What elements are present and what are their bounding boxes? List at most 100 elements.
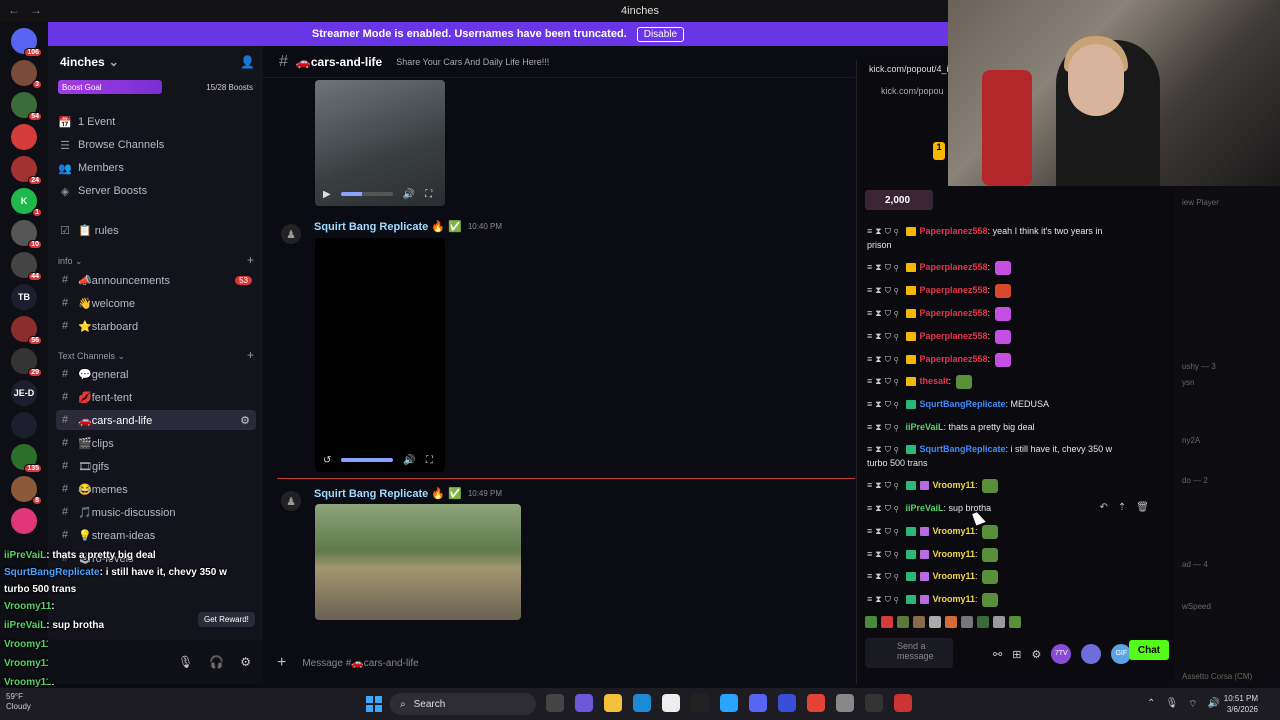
channel-settings-icon[interactable]: ⚙: [240, 414, 250, 427]
chat-username[interactable]: Paperplanez558: [920, 226, 988, 236]
sidebar-item[interactable]: ☰ Browse Channels: [56, 135, 256, 155]
kick-chat-message[interactable]: ≡⧗⛉⚲ iiPreVaiL: thats a pretty big deal: [867, 420, 1167, 434]
category-text-channels[interactable]: Text Channels ⌄ +: [58, 348, 258, 362]
mic-tray-icon[interactable]: 🎙: [1165, 698, 1178, 711]
clock[interactable]: 10:51 PM 3/6/2026: [1224, 693, 1258, 715]
gear-icon[interactable]: ⚙: [240, 655, 251, 669]
server-header[interactable]: 4inches ⌄ 👤: [48, 46, 263, 78]
message-author[interactable]: Squirt Bang Replicate 🔥 ✅: [314, 487, 462, 500]
channel-item[interactable]: # 😂memes: [56, 479, 256, 499]
kick-chat-message[interactable]: ≡⧗⛉⚲ Paperplanez558:: [867, 260, 1167, 275]
mod-action-icons[interactable]: ≡⧗⛉⚲: [867, 308, 902, 318]
emote-icon[interactable]: [897, 616, 909, 628]
message-author[interactable]: Squirt Bang Replicate 🔥 ✅: [314, 220, 462, 233]
kick-chat-message[interactable]: ≡⧗⛉⚲ SqurtBangReplicate: i still have it,…: [867, 442, 1167, 470]
volume-slider[interactable]: [340, 192, 393, 196]
address-bar[interactable]: kick.com/popou: [881, 86, 944, 96]
chat-username[interactable]: Paperplanez558: [920, 354, 988, 364]
app-icon[interactable]: [691, 694, 709, 712]
server-icon[interactable]: 3: [11, 60, 42, 89]
mod-action-icons[interactable]: ≡⧗⛉⚲: [867, 262, 902, 272]
sidebar-item[interactable]: ◈ Server Boosts: [56, 181, 256, 201]
channel-item[interactable]: # 💬general: [56, 364, 256, 384]
kick-chat-message[interactable]: ≡⧗⛉⚲ Vroomy11:: [867, 569, 1167, 584]
server-icon[interactable]: [11, 412, 37, 438]
mod-action-icons[interactable]: ≡⧗⛉⚲: [867, 571, 902, 581]
emote-icon[interactable]: [865, 616, 877, 628]
kick-chat-message[interactable]: ≡⧗⛉⚲ SqurtBangReplicate: MEDUSA: [867, 397, 1167, 411]
microphone-icon[interactable]: 🎙: [178, 655, 193, 669]
emote-icon[interactable]: [961, 616, 973, 628]
chat-username[interactable]: Paperplanez558: [920, 262, 988, 272]
boost-goal[interactable]: Boost Goal 15/28 Boosts: [58, 80, 253, 94]
get-reward-button[interactable]: Get Reward!: [198, 612, 255, 627]
channel-item[interactable]: # 👋welcome: [56, 293, 256, 313]
settings-app-icon[interactable]: [836, 694, 854, 712]
emote-icon[interactable]: [929, 616, 941, 628]
server-icon[interactable]: 54: [11, 92, 42, 121]
channel-item[interactable]: # ⭐starboard: [56, 316, 256, 336]
emote-icon[interactable]: [993, 616, 1005, 628]
add-attachment-icon[interactable]: +: [277, 654, 286, 672]
replay-icon[interactable]: ↺: [323, 455, 331, 466]
app-icon[interactable]: [778, 694, 796, 712]
app-icon[interactable]: [894, 694, 912, 712]
chat-username[interactable]: SqurtBangReplicate: [920, 399, 1006, 409]
server-icon[interactable]: K1: [11, 188, 42, 217]
mod-action-icons[interactable]: ≡⧗⛉⚲: [867, 422, 902, 432]
mod-action-icons[interactable]: ≡⧗⛉⚲: [867, 331, 902, 341]
notepad-icon[interactable]: [662, 694, 680, 712]
channel-item[interactable]: # 🚗cars-and-life ⚙: [56, 410, 256, 430]
mod-action-icons[interactable]: ≡⧗⛉⚲: [867, 354, 902, 364]
file-explorer-icon[interactable]: [604, 694, 622, 712]
headphones-icon[interactable]: 🎧: [209, 655, 224, 669]
server-icon[interactable]: [11, 508, 37, 534]
mod-action-icons[interactable]: ≡⧗⛉⚲: [867, 549, 902, 559]
discord-icon[interactable]: [749, 694, 767, 712]
chevron-up-icon[interactable]: ⌃: [1147, 698, 1155, 711]
server-icon[interactable]: 29: [11, 348, 42, 377]
avatar[interactable]: ♟: [281, 224, 301, 244]
channel-item[interactable]: # 💡stream-ideas: [56, 525, 256, 545]
volume-icon[interactable]: 🔊: [403, 455, 415, 466]
server-icon[interactable]: 44: [11, 252, 42, 281]
chat-username[interactable]: Paperplanez558: [920, 285, 988, 295]
edge-icon[interactable]: [633, 694, 651, 712]
sidebar-item[interactable]: ☑ 📋 rules: [56, 220, 256, 240]
volume-slider[interactable]: [341, 458, 394, 462]
video-attachment-1[interactable]: ▶ 🔊 ⛶: [315, 80, 445, 206]
kick-chat-message[interactable]: ≡⧗⛉⚲ Vroomy11:: [867, 524, 1167, 539]
chat-username[interactable]: iiPreVaiL: [906, 422, 944, 432]
send-message-input[interactable]: Send a message: [865, 638, 953, 668]
category-info[interactable]: info ⌄ +: [58, 253, 258, 267]
volume-icon[interactable]: 🔊: [403, 189, 415, 200]
video-attachment-2[interactable]: ↺ 🔊 ⛶: [315, 238, 445, 472]
emote-icon[interactable]: [945, 616, 957, 628]
taskbar-search[interactable]: ⌕ Search: [390, 693, 536, 715]
sidebar-item[interactable]: 👥 Members: [56, 158, 256, 178]
play-icon[interactable]: ▶: [323, 189, 331, 200]
image-attachment[interactable]: [315, 504, 521, 620]
add-channel-icon[interactable]: +: [247, 253, 254, 267]
emote-icon[interactable]: [881, 616, 893, 628]
emote-row[interactable]: [865, 616, 1055, 630]
kick-chat-message[interactable]: ≡⧗⛉⚲ Paperplanez558:: [867, 329, 1167, 344]
channel-item[interactable]: # 💋fent-tent: [56, 387, 256, 407]
sidebar-item[interactable]: 📅 1 Event: [56, 112, 256, 132]
mod-action-icons[interactable]: ≡⧗⛉⚲: [867, 594, 902, 604]
disable-button[interactable]: Disable: [636, 26, 685, 42]
chat-username[interactable]: Vroomy11: [933, 549, 976, 559]
server-icon[interactable]: JE-D: [11, 380, 37, 406]
mod-action-icons[interactable]: ≡⧗⛉⚲: [867, 285, 902, 295]
emote-picker-icon[interactable]: [1081, 644, 1102, 664]
emote-icon[interactable]: [1009, 616, 1021, 628]
message-input[interactable]: + Message #🚗cars-and-life: [277, 649, 843, 677]
server-icon[interactable]: 106: [11, 28, 42, 57]
server-icon[interactable]: [11, 124, 37, 150]
mod-action-icons[interactable]: ≡⧗⛉⚲: [867, 444, 902, 454]
speaker-icon[interactable]: 🔊: [1208, 698, 1220, 711]
chat-username[interactable]: Paperplanez558: [920, 331, 988, 341]
settings-icon[interactable]: ⚙: [1031, 648, 1041, 661]
teams-icon[interactable]: [575, 694, 593, 712]
kick-chat-message[interactable]: ≡⧗⛉⚲ Vroomy11:: [867, 547, 1167, 562]
